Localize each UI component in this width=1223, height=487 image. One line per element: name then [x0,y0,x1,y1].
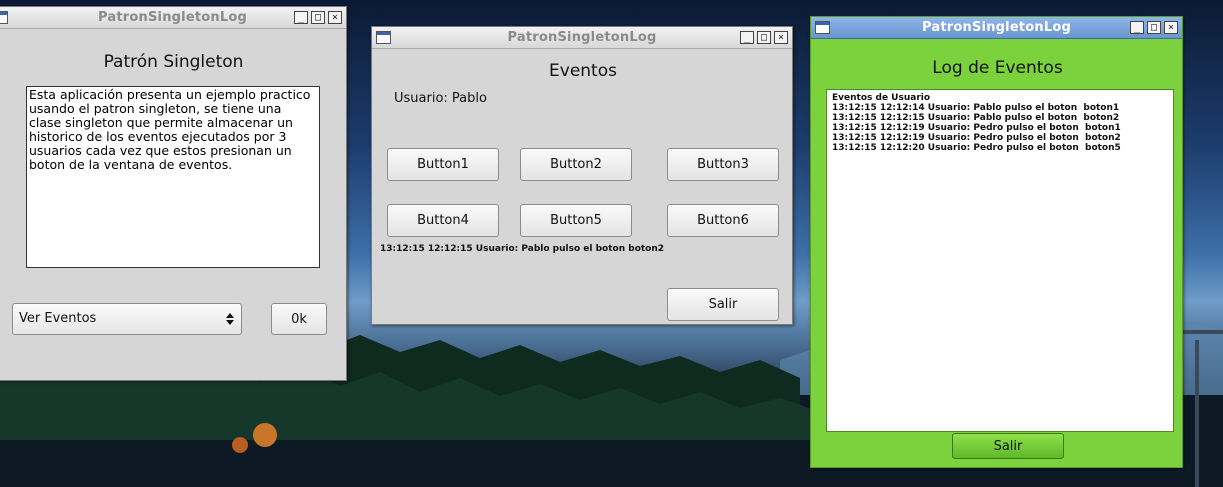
intro-heading: Patrón Singleton [103,52,244,72]
last-event-status: 13:12:15 12:12:15 Usuario: Pablo pulso e… [380,244,665,254]
minimize-icon[interactable]: _ [740,31,754,44]
view-select-value: Ver Eventos [19,311,97,326]
intro-window: PatronSingletonLog _ □ × Patrón Singleto… [0,6,347,381]
button3[interactable]: Button3 [667,148,779,181]
close-icon[interactable]: × [1164,21,1178,34]
close-icon[interactable]: × [328,11,342,24]
events-window: PatronSingletonLog _ □ × Eventos Usuario… [371,26,793,325]
button5[interactable]: Button5 [520,204,632,237]
ok-button[interactable]: 0k [271,303,327,335]
window-title: PatronSingletonLog [922,20,1071,35]
intro-window-titlebar[interactable]: PatronSingletonLog _ □ × [0,7,346,29]
button2[interactable]: Button2 [520,148,632,181]
event-log-textarea[interactable]: Eventos de Usuario 13:12:15 12:12:14 Usu… [826,89,1174,432]
log-exit-button[interactable]: Salir [952,433,1064,459]
maximize-icon[interactable]: □ [757,31,771,44]
current-user-label: Usuario: Pablo [394,91,487,106]
updown-arrows-icon [226,313,234,325]
button1[interactable]: Button1 [387,148,499,181]
close-icon[interactable]: × [774,31,788,44]
log-heading: Log de Eventos [932,58,1063,78]
events-window-titlebar[interactable]: PatronSingletonLog _ □ × [372,27,792,49]
maximize-icon[interactable]: □ [1147,21,1161,34]
log-window: PatronSingletonLog _ □ × Log de Eventos … [810,16,1183,468]
description-textarea[interactable]: Esta aplicación presenta un ejemplo prac… [26,86,320,268]
window-title: PatronSingletonLog [507,30,657,45]
minimize-icon[interactable]: _ [1130,21,1144,34]
view-select[interactable]: Ver Eventos [12,303,242,335]
log-window-titlebar[interactable]: PatronSingletonLog _ □ × [811,17,1182,39]
maximize-icon[interactable]: □ [311,11,325,24]
button6[interactable]: Button6 [667,204,779,237]
events-heading: Eventos [549,61,617,81]
button4[interactable]: Button4 [387,204,499,237]
exit-button[interactable]: Salir [667,288,779,321]
minimize-icon[interactable]: _ [294,11,308,24]
